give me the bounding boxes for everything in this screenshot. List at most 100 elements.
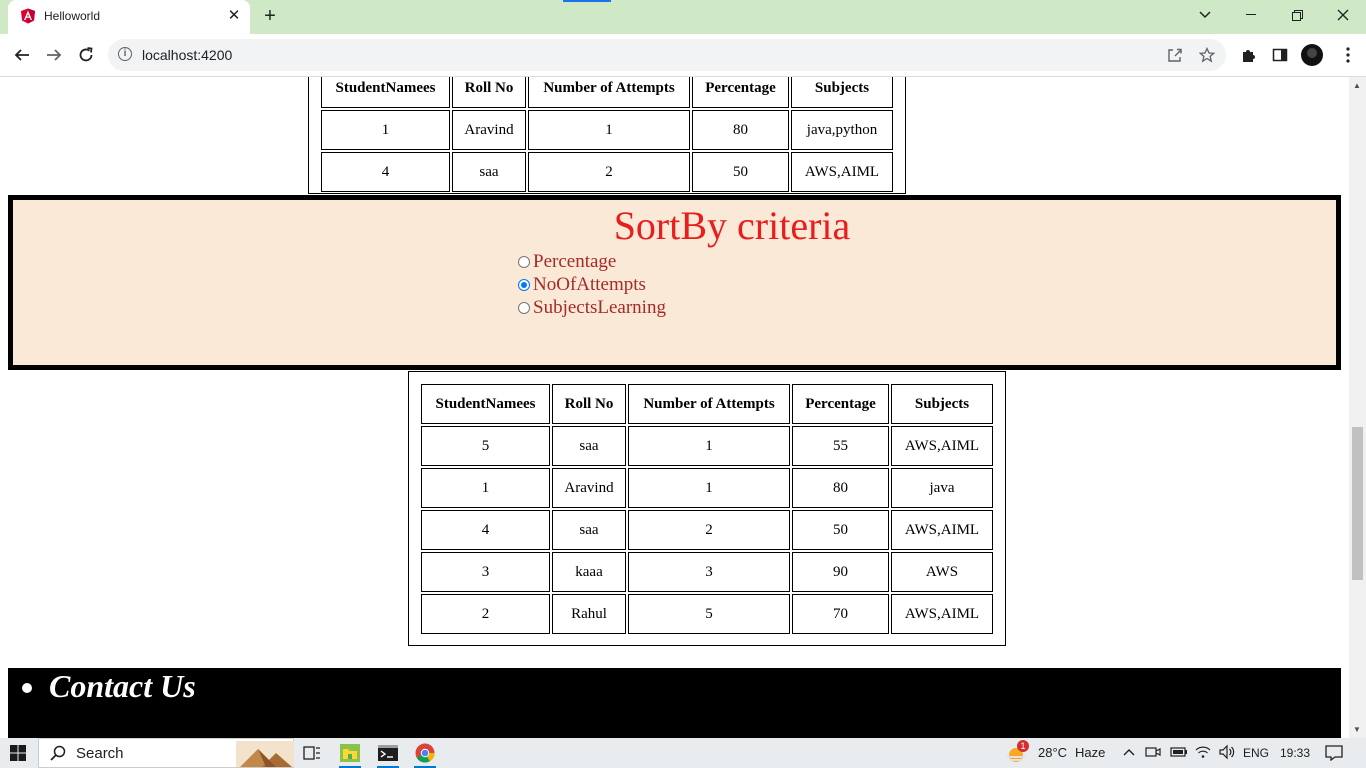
column-header: Subjects	[791, 77, 893, 108]
table-cell: saa	[452, 152, 526, 192]
radio-attempts[interactable]	[518, 279, 530, 291]
extensions-puzzle-icon[interactable]	[1236, 43, 1260, 67]
scroll-thumb[interactable]	[1352, 427, 1363, 580]
table-cell: AWS,AIML	[891, 426, 993, 466]
share-icon[interactable]	[1166, 46, 1184, 64]
bookmark-star-icon[interactable]	[1198, 46, 1216, 64]
column-header: StudentNamees	[421, 384, 550, 424]
column-header: Roll No	[452, 77, 526, 108]
table-cell: 4	[321, 152, 450, 192]
table-cell: Aravind	[452, 110, 526, 150]
browser-titlebar: Helloworld ✕ +	[0, 0, 1366, 34]
table-cell: 2	[421, 594, 550, 634]
search-highlight-pyramid-icon	[236, 741, 294, 767]
table-cell: AWS,AIML	[891, 594, 993, 634]
radio-label-subjects: SubjectsLearning	[533, 297, 666, 318]
sort-criteria-panel: SortBy criteria Percentage NoOfAttempts …	[8, 195, 1341, 370]
notification-center-icon[interactable]	[1325, 745, 1343, 764]
table-row: 1 Aravind 1 80 java,python	[321, 110, 893, 150]
close-window-icon[interactable]	[1320, 0, 1366, 30]
table-row: 4 saa 2 50 AWS,AIML	[321, 152, 893, 192]
tray-chevron-up-icon[interactable]	[1123, 744, 1135, 759]
table-cell: AWS	[891, 552, 993, 592]
search-label: Search	[76, 745, 124, 762]
table-cell: 1	[421, 468, 550, 508]
table-cell: java,python	[791, 110, 893, 150]
browser-toolbar: i localhost:4200	[0, 34, 1366, 77]
meet-now-icon[interactable]	[1145, 744, 1161, 763]
column-header: Percentage	[792, 384, 889, 424]
table-cell: 50	[692, 152, 789, 192]
table-cell: 4	[421, 510, 550, 550]
windows-start-icon[interactable]	[10, 745, 26, 761]
table-cell: 1	[321, 110, 450, 150]
volume-icon[interactable]	[1218, 744, 1236, 763]
table-cell: saa	[552, 510, 626, 550]
tab-close-icon[interactable]: ✕	[226, 8, 242, 24]
sort-option-percentage[interactable]: Percentage	[518, 251, 616, 273]
address-bar[interactable]: i localhost:4200	[108, 39, 1226, 71]
language-indicator[interactable]: ENG	[1243, 746, 1269, 760]
weather-temperature[interactable]: 28°C	[1038, 745, 1067, 760]
table-cell: 5	[628, 594, 790, 634]
table-row: 3 kaaa 3 90 AWS	[421, 552, 993, 592]
sort-title: SortBy criteria	[613, 203, 851, 248]
scroll-down-arrow-icon[interactable]: ▼	[1353, 725, 1361, 734]
results-table: StudentNamees Roll No Number of Attempts…	[419, 382, 995, 636]
radio-subjects[interactable]	[518, 302, 530, 314]
chrome-icon[interactable]	[408, 738, 442, 768]
table-cell: 55	[792, 426, 889, 466]
battery-icon[interactable]	[1170, 744, 1188, 763]
table-cell: AWS,AIML	[891, 510, 993, 550]
tab-search-chevron-icon[interactable]	[1182, 0, 1228, 30]
url-text[interactable]: localhost:4200	[142, 47, 232, 63]
column-header: Subjects	[891, 384, 993, 424]
contact-us-link[interactable]: Contact Us	[49, 668, 196, 705]
clock-time[interactable]: 19:33	[1280, 746, 1310, 760]
wifi-icon[interactable]	[1195, 744, 1211, 763]
vertical-scrollbar[interactable]: ▲ ▼	[1349, 77, 1366, 738]
column-header: Number of Attempts	[528, 77, 690, 108]
forward-arrow-icon[interactable]	[42, 43, 66, 67]
table-cell: 1	[628, 468, 790, 508]
reload-icon[interactable]	[74, 43, 98, 67]
scroll-up-arrow-icon[interactable]: ▲	[1353, 81, 1361, 90]
table-cell: 5	[421, 426, 550, 466]
table-cell: 80	[692, 110, 789, 150]
tab-title: Helloworld	[44, 9, 101, 23]
table-cell: Aravind	[552, 468, 626, 508]
table-cell: 2	[628, 510, 790, 550]
sort-option-attempts[interactable]: NoOfAttempts	[518, 274, 646, 296]
search-icon	[50, 745, 66, 765]
weather-description[interactable]: Haze	[1075, 745, 1105, 760]
table-cell: kaaa	[552, 552, 626, 592]
table-cell: 3	[421, 552, 550, 592]
minimize-icon[interactable]	[1228, 0, 1274, 30]
page-viewport: StudentNamees Roll No Number of Attempts…	[0, 77, 1349, 738]
task-view-icon[interactable]	[295, 738, 329, 768]
browser-tab[interactable]: Helloworld ✕	[8, 0, 250, 34]
table-row: 4 saa 2 50 AWS,AIML	[421, 510, 993, 550]
table-cell: Rahul	[552, 594, 626, 634]
side-panel-icon[interactable]	[1268, 43, 1292, 67]
menu-kebab-icon[interactable]	[1336, 43, 1360, 67]
radio-label-attempts: NoOfAttempts	[533, 274, 646, 295]
sort-option-subjects[interactable]: SubjectsLearning	[518, 297, 666, 319]
profile-avatar[interactable]	[1301, 44, 1323, 66]
restore-icon[interactable]	[1274, 0, 1320, 30]
column-header: Percentage	[692, 77, 789, 108]
new-tab-plus-icon[interactable]: +	[260, 6, 280, 26]
table-cell: 3	[628, 552, 790, 592]
radio-label-percentage: Percentage	[533, 251, 617, 272]
radio-percentage[interactable]	[518, 256, 530, 268]
table-cell: 1	[528, 110, 690, 150]
terminal-icon[interactable]	[371, 738, 405, 768]
windows-taskbar: Search 1 28°C Haze ENG 19:33	[0, 738, 1366, 768]
file-explorer-icon[interactable]	[333, 738, 367, 768]
tab-indicator	[563, 0, 611, 2]
table-row: 2 Rahul 5 70 AWS,AIML	[421, 594, 993, 634]
back-arrow-icon[interactable]	[10, 43, 34, 67]
site-info-icon[interactable]: i	[118, 47, 132, 61]
column-header: Roll No	[552, 384, 626, 424]
results-table-wrapper: StudentNamees Roll No Number of Attempts…	[408, 371, 1006, 646]
